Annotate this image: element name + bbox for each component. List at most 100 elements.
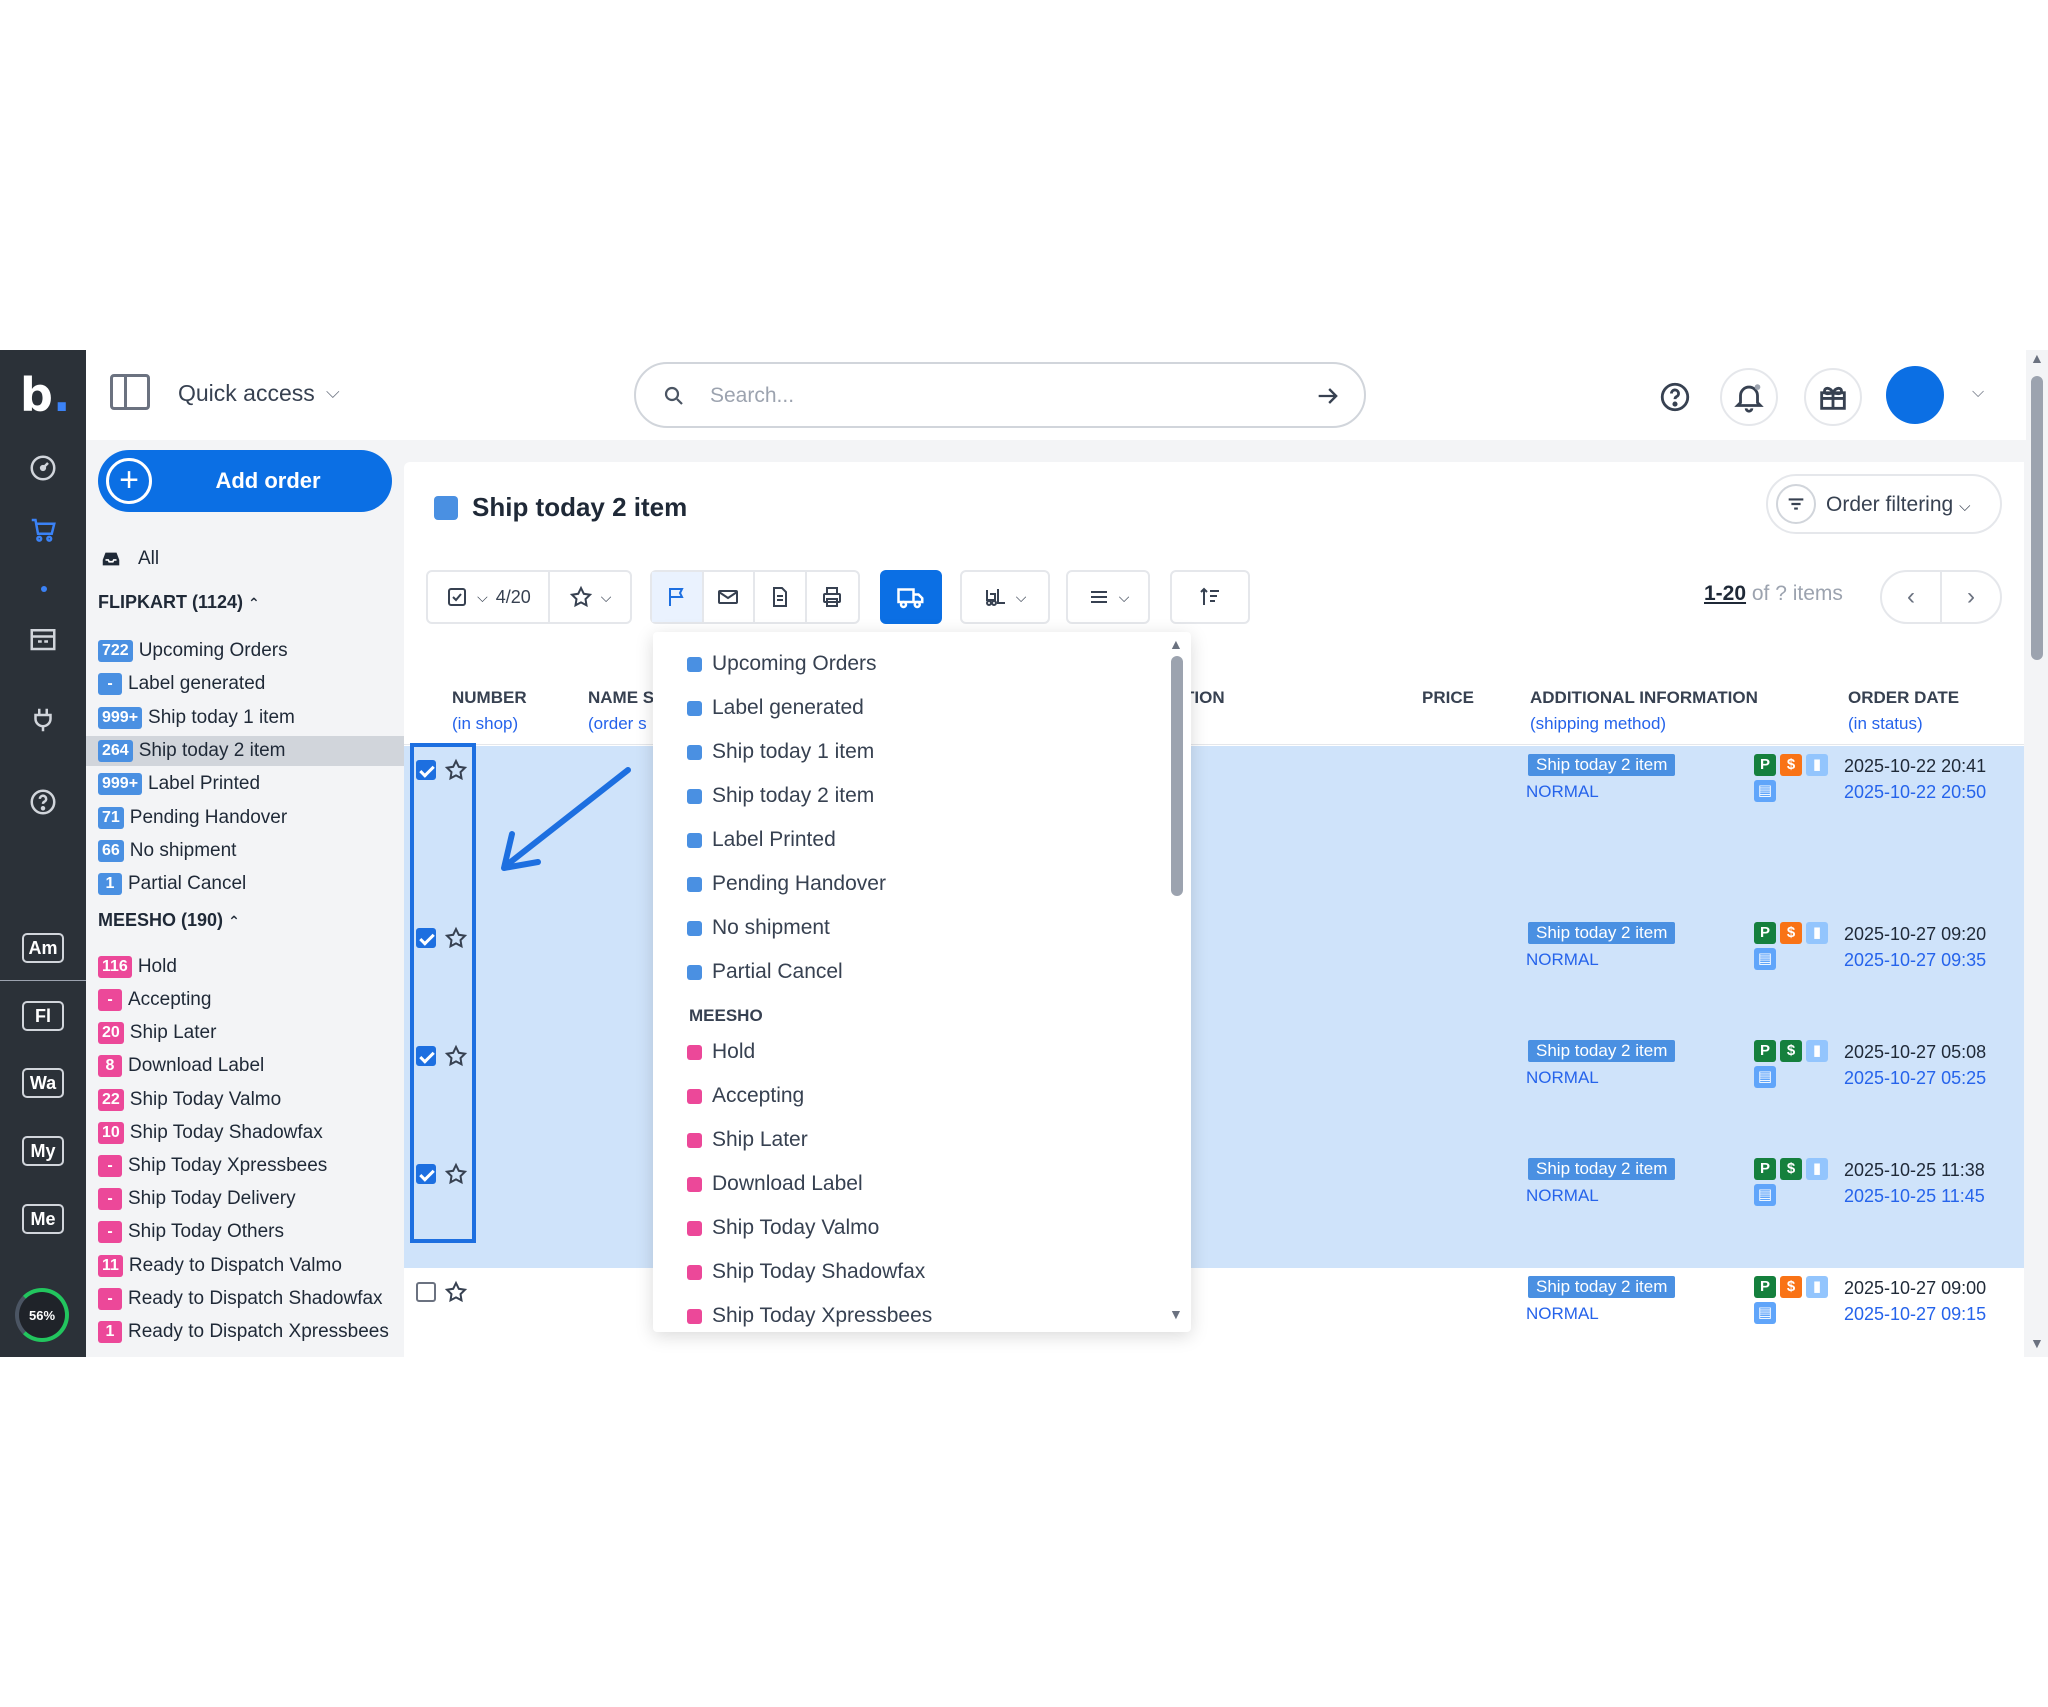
pagination-range[interactable]: 1-20 <box>1704 582 1746 605</box>
sidebar-item-ship-later[interactable]: 20 Ship Later <box>98 1018 216 1048</box>
warehouse-dropdown[interactable]: ⌵ <box>960 570 1050 624</box>
dropdown-item-ship-today-1[interactable]: Ship today 1 item <box>687 740 874 764</box>
column-name[interactable]: NAME S (order s <box>588 688 654 734</box>
sort-button[interactable] <box>1170 570 1250 624</box>
sidebar-item-all[interactable]: All <box>100 548 159 570</box>
table-row[interactable]: Ship today 2 item NORMAL P $ ▮ ▤ 2025-10… <box>404 746 2024 914</box>
search-input[interactable] <box>710 378 1270 414</box>
user-avatar[interactable] <box>1886 366 1944 424</box>
column-price[interactable]: PRICE <box>1422 688 1474 708</box>
sidebar-item-upcoming-orders[interactable]: 722 Upcoming Orders <box>98 636 288 666</box>
dropdown-item-ship-later[interactable]: Ship Later <box>687 1128 808 1152</box>
gift-icon[interactable] <box>1804 368 1862 426</box>
dropdown-scrollbar[interactable] <box>1171 656 1183 896</box>
channel-badge-wa[interactable]: Wa <box>22 1068 64 1098</box>
sidebar-item-no-shipment[interactable]: 66 No shipment <box>98 836 236 866</box>
dropdown-item-ship-today-2[interactable]: Ship today 2 item <box>687 784 874 808</box>
flipkart-group-title[interactable]: FLIPKART (1124) ⌃ <box>98 592 260 613</box>
sidebar-item-label-generated[interactable]: - Label generated <box>98 669 265 699</box>
dropdown-item-download-label[interactable]: Download Label <box>687 1172 863 1196</box>
shipping-button[interactable] <box>880 570 942 624</box>
sidebar-item-label-printed[interactable]: 999+ Label Printed <box>98 769 260 799</box>
add-order-button[interactable]: + Add order <box>98 450 392 512</box>
sidebar-item-ship-today-2[interactable]: 264 Ship today 2 item <box>86 736 404 766</box>
column-additional-info[interactable]: ADDITIONAL INFORMATION (shipping method) <box>1530 688 1758 734</box>
search-submit-arrow-icon[interactable] <box>1314 382 1342 410</box>
sidebar-item-accepting[interactable]: - Accepting <box>98 985 211 1015</box>
dropdown-item-label-printed[interactable]: Label Printed <box>687 828 836 852</box>
meesho-group-title[interactable]: MEESHO (190) ⌃ <box>98 910 240 931</box>
table-row[interactable]: Ship today 2 item NORMAL P $ ▮ ▤ 2025-10… <box>404 1032 2024 1150</box>
scroll-up-icon[interactable]: ▲ <box>2030 350 2044 366</box>
scrollbar-thumb[interactable] <box>2031 376 2043 660</box>
sidebar-item-ship-today-others[interactable]: - Ship Today Others <box>98 1217 284 1247</box>
sidebar-item-ship-today-xpressbees[interactable]: - Ship Today Xpressbees <box>98 1151 327 1181</box>
dropdown-item-no-shipment[interactable]: No shipment <box>687 916 830 940</box>
more-actions-dropdown[interactable]: ⌵ <box>1066 570 1150 624</box>
dashboard-icon[interactable] <box>0 443 86 493</box>
integrations-plug-icon[interactable] <box>0 695 86 745</box>
sidebar-toggle-icon[interactable] <box>110 374 150 410</box>
app-logo[interactable]: b. <box>20 368 70 422</box>
prev-page-button[interactable]: ‹ <box>1880 570 1942 624</box>
sidebar-item-download-label[interactable]: 8 Download Label <box>98 1051 264 1081</box>
dropdown-item-ship-today-xpressbees[interactable]: Ship Today Xpressbees <box>687 1304 932 1328</box>
dropdown-item-upcoming-orders[interactable]: Upcoming Orders <box>687 652 877 676</box>
scroll-up-arrow-icon[interactable]: ▲ <box>1169 636 1183 652</box>
scroll-down-arrow-icon[interactable]: ▼ <box>1169 1306 1183 1322</box>
channel-badge-my[interactable]: My <box>22 1136 64 1166</box>
table-row[interactable]: Ship today 2 item NORMAL P $ ▮ ▤ 2025-10… <box>404 914 2024 1032</box>
progress-gauge[interactable]: 56% <box>15 1288 69 1342</box>
warehouse-icon[interactable] <box>0 614 86 664</box>
sidebar-item-ship-today-shadowfax[interactable]: 10 Ship Today Shadowfax <box>98 1118 323 1148</box>
search-bar[interactable] <box>634 362 1366 428</box>
page-scrollbar[interactable]: ▲ ▼ <box>2028 350 2046 1357</box>
dropdown-item-partial-cancel[interactable]: Partial Cancel <box>687 960 843 984</box>
column-order-date[interactable]: ORDER DATE (in status) <box>1848 688 1959 734</box>
email-button[interactable] <box>704 572 755 622</box>
scroll-down-icon[interactable]: ▼ <box>2030 1335 2044 1351</box>
help-icon[interactable] <box>0 777 86 827</box>
sidebar-item-ship-today-delivery[interactable]: - Ship Today Delivery <box>98 1184 296 1214</box>
dropdown-item-label-generated[interactable]: Label generated <box>687 696 864 720</box>
order-filtering-button[interactable]: Order filtering ⌵ <box>1766 474 2002 534</box>
channel-badge-fl[interactable]: Fl <box>22 1001 64 1031</box>
row-checkbox[interactable] <box>416 1282 436 1302</box>
change-status-button[interactable] <box>652 572 704 622</box>
dropdown-item-accepting[interactable]: Accepting <box>687 1084 804 1108</box>
sidebar-item-ready-dispatch-shadowfax[interactable]: - Ready to Dispatch Shadowfax <box>98 1284 383 1314</box>
sidebar-item-ready-dispatch-valmo[interactable]: 11 Ready to Dispatch Valmo <box>98 1251 342 1281</box>
chevron-down-icon[interactable]: ⌵ <box>326 382 340 403</box>
channel-badge-me[interactable]: Me <box>22 1204 64 1234</box>
dropdown-item-pending-handover[interactable]: Pending Handover <box>687 872 886 896</box>
favorite-dropdown[interactable]: ⌵ <box>550 572 630 622</box>
table-row[interactable]: Ship today 2 item NORMAL P $ ▮ ▤ 2025-10… <box>404 1150 2024 1268</box>
quick-access-label[interactable]: Quick access <box>178 380 315 407</box>
status-badge: Ship today 2 item <box>1528 754 1676 776</box>
document-icon: ▤ <box>1754 948 1776 970</box>
account-chevron-down-icon[interactable]: ⌵ <box>1972 384 1984 402</box>
next-page-button[interactable]: › <box>1940 570 2002 624</box>
notifications-bell-icon[interactable] <box>1720 368 1778 426</box>
orders-cart-icon[interactable] <box>0 505 86 555</box>
help-circle-icon[interactable] <box>1646 368 1704 426</box>
sidebar-item-pending-handover[interactable]: 71 Pending Handover <box>98 803 287 833</box>
flag-icon <box>668 588 684 606</box>
sidebar-item-ship-today-1[interactable]: 999+ Ship today 1 item <box>98 703 295 733</box>
sidebar-item-ship-today-valmo[interactable]: 22 Ship Today Valmo <box>98 1085 281 1115</box>
select-all-dropdown[interactable]: ⌵ 4/20 <box>428 572 550 622</box>
column-number[interactable]: NUMBER (in shop) <box>452 688 527 734</box>
channel-badge-am[interactable]: Am <box>22 933 64 963</box>
page-title: Ship today 2 item <box>434 492 687 523</box>
order-date: 2025-10-22 20:41 <box>1844 756 1987 776</box>
sidebar-item-partial-cancel[interactable]: 1 Partial Cancel <box>98 869 246 899</box>
dropdown-item-ship-today-valmo[interactable]: Ship Today Valmo <box>687 1216 879 1240</box>
sidebar-item-ready-dispatch-xpressbees[interactable]: 1 Ready to Dispatch Xpressbees <box>98 1317 389 1347</box>
dropdown-item-hold[interactable]: Hold <box>687 1040 755 1064</box>
star-icon[interactable] <box>444 1280 468 1304</box>
document-button[interactable] <box>755 572 807 622</box>
sidebar-item-hold[interactable]: 116 Hold <box>98 952 177 982</box>
dropdown-item-ship-today-shadowfax[interactable]: Ship Today Shadowfax <box>687 1260 925 1284</box>
print-button[interactable] <box>807 572 858 622</box>
table-row[interactable]: Ship today 2 item NORMAL P $ ▮ ▤ 2025-10… <box>404 1268 2024 1357</box>
